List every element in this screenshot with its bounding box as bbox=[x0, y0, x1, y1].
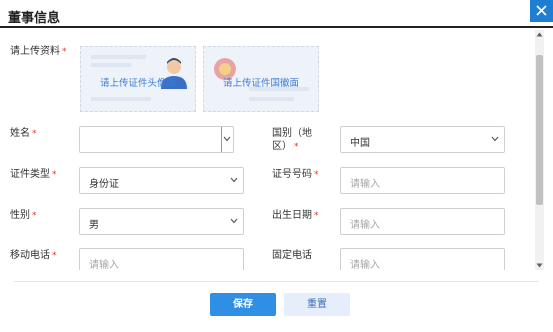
id-type-select[interactable]: 身份证 bbox=[79, 167, 244, 194]
required-mark: * bbox=[52, 251, 57, 261]
chevron-down-icon bbox=[491, 136, 499, 142]
form-body: 请上传资料 * 请上传证件头像面 请上传证件国徽面 姓名 * 国别（地 区） *… bbox=[0, 30, 545, 270]
scroll-down-icon[interactable] bbox=[536, 263, 543, 268]
upload-back-text: 请上传证件国徽面 bbox=[222, 78, 299, 89]
id-number-label: 证号号码 bbox=[272, 169, 312, 180]
footer-divider bbox=[14, 281, 539, 282]
gender-value: 男 bbox=[89, 220, 99, 231]
mobile-label-row: 移动电话 * bbox=[10, 249, 57, 263]
close-button[interactable] bbox=[530, 0, 553, 22]
mobile-placeholder: 请输入 bbox=[89, 260, 119, 270]
phone-placeholder: 请输入 bbox=[350, 260, 380, 270]
reset-button[interactable]: 重置 bbox=[284, 293, 350, 316]
director-info-dialog: 董事信息 请上传资料 * 请上传证件头像面 请上传证件国徽面 姓名 * 国别（地… bbox=[0, 0, 553, 332]
gender-select[interactable]: 男 bbox=[79, 208, 244, 235]
upload-front-text: 请上传证件头像面 bbox=[99, 78, 176, 89]
required-mark: * bbox=[32, 129, 37, 139]
phone-label: 固定电话 bbox=[272, 250, 312, 261]
id-type-value: 身份证 bbox=[89, 179, 119, 190]
form-scrollbar[interactable] bbox=[535, 30, 544, 270]
country-label: 国别（地 区） * bbox=[272, 127, 312, 154]
chevron-down-icon bbox=[223, 136, 231, 142]
close-icon bbox=[536, 5, 547, 16]
save-button[interactable]: 保存 bbox=[210, 293, 276, 316]
birth-label-row: 出生日期 * bbox=[272, 209, 319, 223]
phone-label-row: 固定电话 bbox=[272, 249, 312, 262]
dialog-title: 董事信息 bbox=[8, 11, 61, 26]
gender-label-row: 性别 * bbox=[10, 209, 37, 223]
birth-label: 出生日期 bbox=[272, 210, 312, 221]
chevron-down-icon bbox=[230, 218, 238, 224]
country-label-line1: 国别（地 bbox=[272, 128, 312, 139]
required-mark: * bbox=[294, 142, 299, 152]
required-mark: * bbox=[314, 211, 319, 221]
phone-input[interactable]: 请输入 bbox=[340, 248, 505, 270]
required-mark: * bbox=[32, 211, 37, 221]
upload-label-row: 请上传资料 * bbox=[10, 45, 67, 59]
upload-id-back[interactable]: 请上传证件国徽面 bbox=[203, 46, 319, 112]
gender-label: 性别 bbox=[10, 210, 30, 221]
upload-label: 请上传资料 bbox=[10, 46, 60, 57]
required-mark: * bbox=[52, 170, 57, 180]
mobile-input[interactable]: 请输入 bbox=[79, 248, 244, 270]
scroll-up-icon[interactable] bbox=[536, 32, 543, 37]
birth-date-placeholder: 请输入 bbox=[350, 220, 380, 231]
chevron-down-icon bbox=[230, 177, 238, 183]
dialog-header: 董事信息 bbox=[0, 0, 553, 28]
id-number-label-row: 证号号码 * bbox=[272, 168, 319, 182]
name-input[interactable] bbox=[79, 126, 234, 153]
required-mark: * bbox=[62, 47, 67, 57]
name-label: 姓名 bbox=[10, 128, 30, 139]
country-label-line2: 区） bbox=[272, 141, 292, 152]
id-type-label-row: 证件类型 * bbox=[10, 168, 57, 182]
required-mark: * bbox=[314, 170, 319, 180]
birth-date-input[interactable]: 请输入 bbox=[340, 208, 505, 235]
id-number-input[interactable]: 请输入 bbox=[340, 167, 505, 194]
id-number-placeholder: 请输入 bbox=[350, 179, 380, 190]
name-label-row: 姓名 * bbox=[10, 127, 37, 141]
upload-id-front[interactable]: 请上传证件头像面 bbox=[80, 46, 196, 112]
country-select[interactable]: 中国 bbox=[340, 126, 505, 153]
mobile-label: 移动电话 bbox=[10, 250, 50, 261]
id-type-label: 证件类型 bbox=[10, 169, 50, 180]
scroll-thumb[interactable] bbox=[536, 55, 543, 205]
name-dropdown-toggle[interactable] bbox=[221, 126, 234, 153]
country-value: 中国 bbox=[350, 138, 370, 149]
